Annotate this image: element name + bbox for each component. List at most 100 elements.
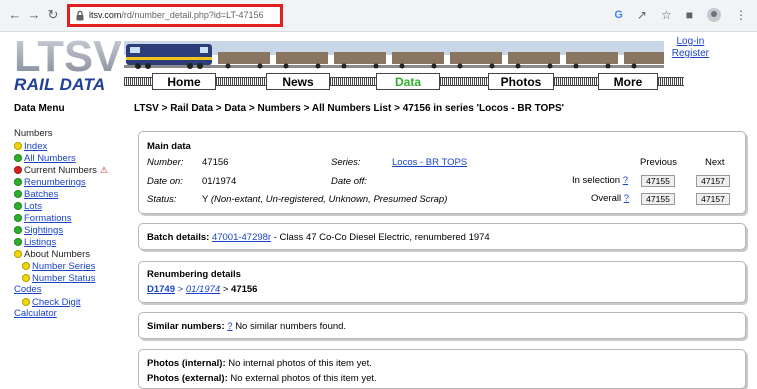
photos-panel: Photos (internal): No internal photos of… — [138, 349, 746, 389]
photos-internal-row: Photos (internal): No internal photos of… — [147, 358, 372, 369]
photos-internal-text: No internal photos of this item yet. — [228, 358, 372, 369]
sidebar-item-index[interactable]: Index — [14, 140, 126, 152]
browser-toolbar: ← → ↻ ltsv.com/rd/number_detail.php?id=L… — [0, 0, 757, 32]
similar-numbers-text: No similar numbers found. — [235, 321, 347, 332]
menu-photos[interactable]: Photos — [488, 73, 554, 90]
previous-heading: Previous — [640, 157, 677, 168]
batch-description: - Class 47 Co-Co Diesel Electric, renumb… — [273, 232, 490, 243]
sidebar-item-label[interactable]: All Numbers — [24, 153, 76, 164]
menu-more[interactable]: More — [598, 73, 658, 90]
ltsv-logo[interactable]: LTSV — [14, 38, 122, 72]
photos-internal-label: Photos (internal): — [147, 358, 226, 369]
batch-link[interactable]: 47001-47298r — [212, 232, 271, 243]
menu-divider — [216, 77, 266, 86]
status-dot-icon — [14, 250, 22, 258]
share-icon[interactable]: ↗ — [637, 8, 647, 22]
sidebar-item-sightings[interactable]: Sightings — [14, 224, 126, 236]
reload-icon[interactable]: ↻ — [46, 8, 60, 22]
batch-details-panel: Batch details: 47001-47298r - Class 47 C… — [138, 223, 746, 250]
series-link[interactable]: Locos - BR TOPS — [392, 157, 467, 168]
lock-icon — [76, 10, 84, 21]
back-arrow-icon[interactable]: ← — [8, 8, 22, 22]
codes-link[interactable]: Codes — [14, 284, 126, 296]
status-dot-icon — [14, 142, 22, 150]
batch-details-row: Batch details: 47001-47298r - Class 47 C… — [147, 232, 490, 243]
menu-home[interactable]: Home — [152, 73, 216, 90]
sidebar-item-number-series[interactable]: Number Series — [14, 260, 126, 272]
status-code: Y — [202, 194, 209, 205]
more-menu-icon[interactable]: ⋮ — [735, 8, 747, 22]
url-host: ltsv.com — [89, 10, 122, 20]
sidebar-item-label[interactable]: Index — [24, 141, 47, 152]
renumbering-chain: D1749 > 01/1974 > 47156 — [147, 284, 257, 295]
sidebar-item-label[interactable]: Number Series — [32, 261, 95, 272]
status-dot-icon — [22, 262, 30, 270]
site-header: LTSV RAIL DATA Log-in Register Home News… — [0, 32, 757, 94]
menu-data[interactable]: Data — [376, 73, 440, 90]
status-dot-icon — [14, 214, 22, 222]
sidebar-item-formations[interactable]: Formations — [14, 212, 126, 224]
similar-numbers-panel: Similar numbers: ? No similar numbers fo… — [138, 312, 746, 339]
menu-divider — [124, 77, 152, 86]
date-on-value: 01/1974 — [202, 176, 237, 187]
overall-previous-button[interactable]: 47155 — [641, 193, 675, 205]
sidebar-item-batches[interactable]: Batches — [14, 188, 126, 200]
series-label: Series: — [331, 157, 361, 168]
train-banner-image — [124, 35, 664, 73]
calculator-link[interactable]: Calculator — [14, 308, 126, 320]
address-bar[interactable]: ltsv.com/rd/number_detail.php?id=LT-4715… — [67, 4, 283, 27]
tab-panel-icon[interactable]: ■ — [686, 8, 693, 22]
menu-divider — [554, 77, 598, 86]
overall-help-link[interactable]: ? — [624, 193, 629, 204]
data-menu-heading: Data Menu — [14, 103, 65, 114]
profile-avatar-icon[interactable] — [707, 8, 721, 22]
sidebar-item-current-numbers[interactable]: Current Numbers ⚠ — [14, 164, 126, 176]
similar-help-link[interactable]: ? — [227, 321, 232, 332]
in-selection-label: In selection ? — [572, 175, 628, 186]
forward-arrow-icon[interactable]: → — [27, 8, 41, 22]
overall-next-button[interactable]: 47157 — [696, 193, 730, 205]
in-selection-help-link[interactable]: ? — [623, 175, 628, 186]
url-text: ltsv.com/rd/number_detail.php?id=LT-4715… — [89, 10, 264, 20]
selection-previous-button[interactable]: 47155 — [641, 175, 675, 187]
check-digit-link[interactable]: Check Digit — [32, 297, 81, 308]
sidebar-item-label[interactable]: Formations — [24, 213, 72, 224]
menu-divider — [330, 77, 376, 86]
login-link[interactable]: Log-in — [672, 36, 709, 48]
bookmark-star-icon[interactable]: ☆ — [661, 8, 672, 22]
renumbering-arrow: > — [222, 284, 229, 295]
svg-text:LTSV: LTSV — [14, 38, 122, 72]
main-data-panel: Main data Number: 47156 Series: Locos - … — [138, 131, 746, 214]
sidebar-item-label: Current Numbers — [24, 164, 97, 176]
photos-external-label: Photos (external): — [147, 373, 228, 384]
date-off-label: Date off: — [331, 176, 367, 187]
sidebar-item-listings[interactable]: Listings — [14, 236, 126, 248]
status-dot-icon — [22, 274, 30, 282]
sidebar-item-label[interactable]: Renumberings — [24, 177, 86, 188]
sidebar-item-label[interactable]: Batches — [24, 189, 58, 200]
sidebar-item-renumberings[interactable]: Renumberings — [14, 176, 126, 188]
sidebar-item-label[interactable]: Number Status — [32, 273, 95, 284]
sidebar-item-lots[interactable]: Lots — [14, 200, 126, 212]
next-heading: Next — [705, 157, 725, 168]
rail-data-brand[interactable]: RAIL DATA — [14, 75, 105, 95]
sidebar-item-number-status[interactable]: Number Status — [14, 272, 126, 284]
renumbering-date-link[interactable]: 01/1974 — [186, 284, 220, 295]
sidebar-item-about-numbers[interactable]: About Numbers — [14, 248, 126, 260]
sidebar-item-all-numbers[interactable]: All Numbers — [14, 152, 126, 164]
check-digit-item[interactable]: Check Digit — [14, 296, 126, 308]
menu-news[interactable]: News — [266, 73, 330, 90]
sidebar-item-label[interactable]: Sightings — [24, 225, 63, 236]
register-link[interactable]: Register — [672, 48, 709, 60]
sidebar-item-label[interactable]: Listings — [24, 237, 56, 248]
status-dot-icon — [14, 190, 22, 198]
renumbering-from-link[interactable]: D1749 — [147, 284, 175, 295]
in-selection-text: In selection — [572, 175, 621, 186]
sidebar-item-label[interactable]: Lots — [24, 201, 42, 212]
similar-numbers-row: Similar numbers: ? No similar numbers fo… — [147, 321, 346, 332]
google-lens-icon[interactable]: G — [614, 9, 623, 21]
browser-actions: G ↗ ☆ ■ ⋮ — [614, 7, 747, 23]
status-label: Status: — [147, 194, 177, 205]
overall-label: Overall ? — [591, 193, 629, 204]
selection-next-button[interactable]: 47157 — [696, 175, 730, 187]
